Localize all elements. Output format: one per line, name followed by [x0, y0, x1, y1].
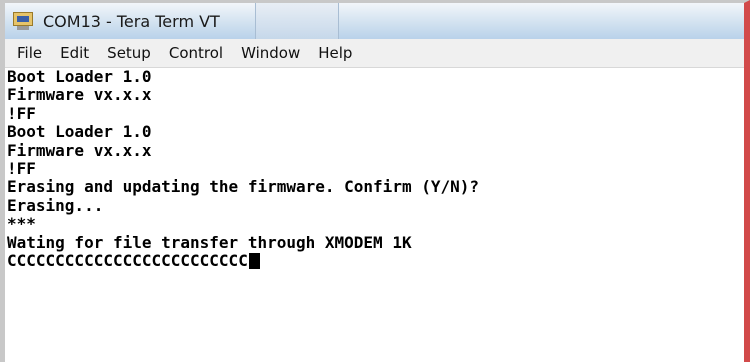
terminal-line: ***	[7, 214, 36, 234]
terminal-line: Firmware vx.x.x	[7, 140, 152, 160]
terminal-line: Boot Loader 1.0	[7, 122, 152, 142]
window-title: COM13 - Tera Term VT	[43, 11, 220, 31]
terminal-line: Erasing...	[7, 195, 104, 215]
menu-control[interactable]: Control	[167, 42, 225, 64]
text-cursor	[248, 252, 260, 269]
terminal-line: Wating for file transfer through XMODEM …	[7, 232, 412, 252]
terminal-line: !FF	[7, 158, 36, 178]
tera-term-window: COM13 - Tera Term VT File Edit Setup Con…	[0, 0, 750, 362]
menu-setup[interactable]: Setup	[105, 42, 153, 64]
menu-bar: File Edit Setup Control Window Help	[5, 39, 744, 68]
terminal-line: Firmware vx.x.x	[7, 85, 152, 105]
menu-file[interactable]: File	[15, 42, 44, 64]
menu-window[interactable]: Window	[239, 42, 302, 64]
title-bar[interactable]: COM13 - Tera Term VT	[5, 3, 744, 39]
menu-help[interactable]: Help	[316, 42, 354, 64]
terminal-line: Boot Loader 1.0	[7, 67, 152, 86]
terminal-line: !FF	[7, 103, 36, 123]
menu-edit[interactable]: Edit	[58, 42, 91, 64]
tera-term-app-icon[interactable]	[13, 12, 33, 30]
terminal-line: Erasing and updating the firmware. Confi…	[7, 177, 480, 197]
terminal-area[interactable]: Boot Loader 1.0 Firmware vx.x.x !FF Boot…	[5, 67, 744, 362]
terminal-last-line: CCCCCCCCCCCCCCCCCCCCCCCCC	[7, 250, 744, 270]
terminal-line-text: CCCCCCCCCCCCCCCCCCCCCCCCC	[7, 250, 248, 270]
title-bar-highlight	[255, 3, 339, 39]
